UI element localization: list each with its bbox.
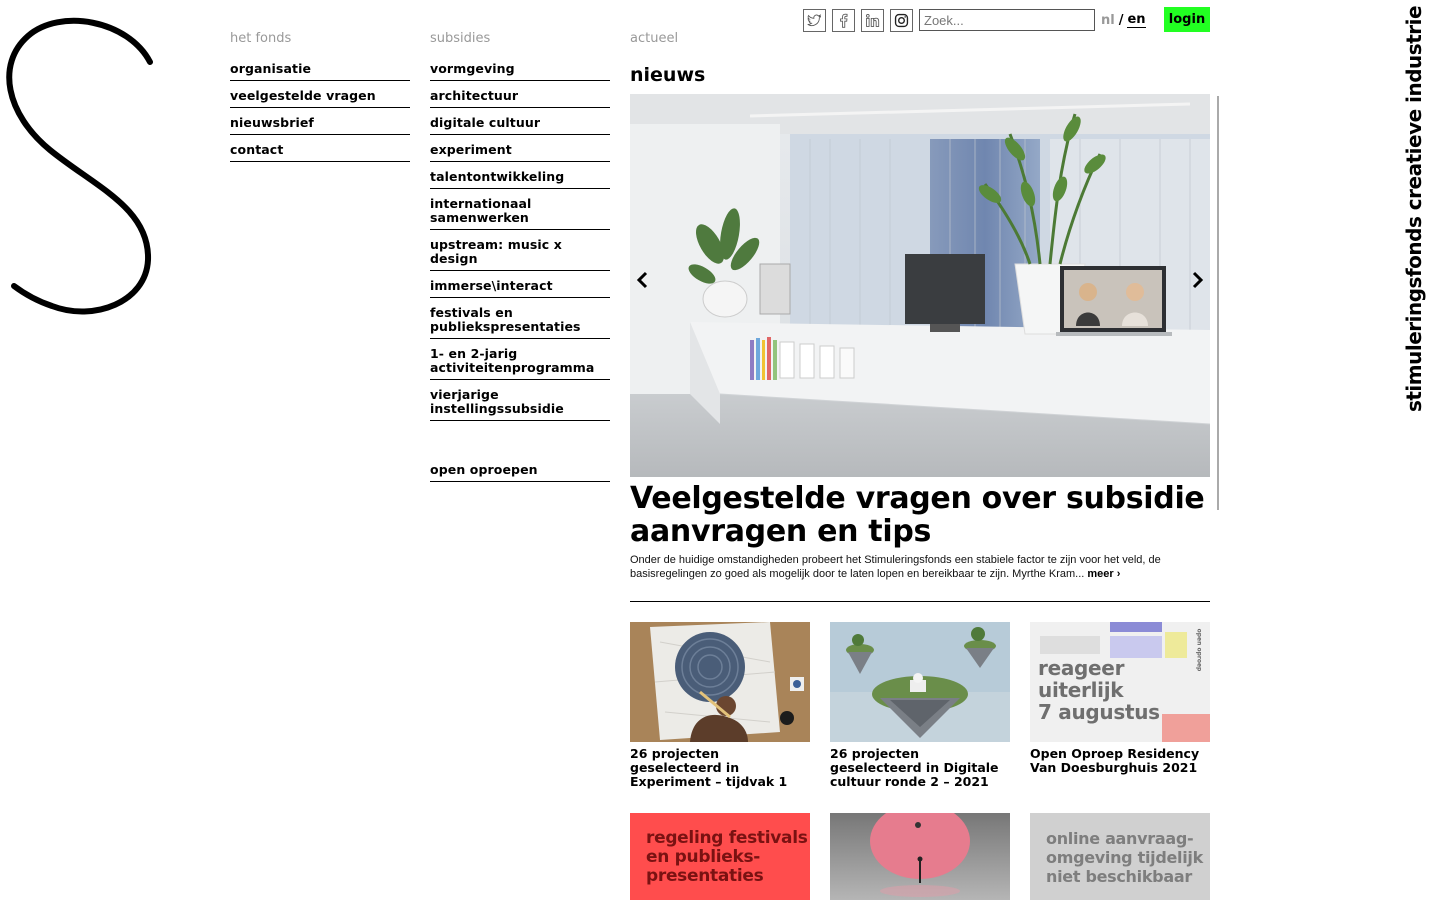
card-image[interactable]: online aanvraag- omgeving tijdelijk niet… <box>1030 813 1210 900</box>
nav-column-subsidies: subsidies vormgeving architectuur digita… <box>430 32 610 490</box>
poster-text: regeling festivals en publieks- presenta… <box>646 829 808 886</box>
nav-list-extra: open oproepen <box>430 463 610 482</box>
instagram-icon[interactable] <box>890 8 913 32</box>
poster-line: omgeving tijdelijk <box>1046 848 1203 867</box>
news-card[interactable]: reageer uiterlijk 7 augustus open oproep… <box>1030 622 1210 775</box>
card-image[interactable] <box>830 813 1010 900</box>
poster-block <box>1040 636 1100 654</box>
nav-item-talentontwikkeling[interactable]: talentontwikkeling <box>430 170 610 189</box>
news-card[interactable] <box>830 813 1010 900</box>
nav-item-vormgeving[interactable]: vormgeving <box>430 62 610 81</box>
poster-block <box>1162 714 1210 742</box>
news-card[interactable]: 26 projecten geselecteerd in Digitale cu… <box>830 622 1010 789</box>
nav-heading-actueel[interactable]: actueel <box>630 32 1210 62</box>
slider-next-icon[interactable] <box>1190 270 1206 290</box>
nav-item-upstream[interactable]: upstream: music x design <box>430 238 610 271</box>
lang-separator: / <box>1118 12 1124 28</box>
poster-line: presentaties <box>646 866 764 886</box>
nav-item-contact[interactable]: contact <box>230 143 410 162</box>
lang-nl-link[interactable]: nl <box>1101 13 1115 28</box>
card-title[interactable]: Open Oproep Residency Van Doesburghuis 2… <box>1030 747 1210 775</box>
top-toolbar: nl / en <box>803 7 1146 33</box>
news-teaser: Onder de huidige omstandigheden probeert… <box>630 553 1190 581</box>
nav-item-experiment[interactable]: experiment <box>430 143 610 162</box>
slider-prev-icon[interactable] <box>634 270 650 290</box>
card-title[interactable]: 26 projecten geselecteerd in Digitale cu… <box>830 747 1010 789</box>
read-more-link[interactable]: meer › <box>1087 568 1120 580</box>
news-teaser-text: Onder de huidige omstandigheden probeert… <box>630 554 1161 580</box>
logo-s[interactable] <box>0 10 170 320</box>
news-card[interactable]: online aanvraag- omgeving tijdelijk niet… <box>1030 813 1210 900</box>
news-section-title: nieuws <box>630 64 706 86</box>
section-divider <box>630 601 1210 602</box>
facebook-icon[interactable] <box>832 8 855 32</box>
poster-line: regeling festivals <box>646 828 808 848</box>
nav-item-activiteitenprogramma[interactable]: 1- en 2-jarig activiteitenprogramma <box>430 347 610 380</box>
poster-text: reageer uiterlijk 7 augustus <box>1038 657 1160 723</box>
card-image[interactable] <box>630 622 810 742</box>
language-switch: nl / en <box>1101 12 1146 28</box>
nav-item-nieuwsbrief[interactable]: nieuwsbrief <box>230 116 410 135</box>
poster-block <box>1110 636 1162 658</box>
news-headline[interactable]: Veelgestelde vragen over subsidie aanvra… <box>630 482 1210 548</box>
card-image[interactable]: reageer uiterlijk 7 augustus open oproep <box>1030 622 1210 742</box>
poster-line: uiterlijk <box>1038 678 1124 702</box>
scrollbar-thumb[interactable] <box>1217 96 1219 510</box>
search-input[interactable] <box>919 9 1095 31</box>
brand-vertical-wrap: stimuleringsfonds creatieve industrie <box>1396 6 1432 412</box>
nav-heading-het-fonds[interactable]: het fonds <box>230 32 410 62</box>
nav-list-het-fonds: organisatie veelgestelde vragen nieuwsbr… <box>230 62 410 162</box>
poster-text: online aanvraag- omgeving tijdelijk niet… <box>1046 829 1203 886</box>
nav-item-internationaal-samenwerken[interactable]: internationaal samenwerken <box>430 197 610 230</box>
nav-column-het-fonds: het fonds organisatie veelgestelde vrage… <box>230 32 410 170</box>
linkedin-icon[interactable] <box>861 8 884 32</box>
card-image[interactable] <box>830 622 1010 742</box>
brand-vertical-text[interactable]: stimuleringsfonds creatieve industrie <box>1402 6 1426 412</box>
twitter-icon[interactable] <box>803 8 826 32</box>
news-card[interactable]: 26 projecten geselecteerd in Experiment … <box>630 622 810 789</box>
poster-line: 7 augustus <box>1038 700 1160 724</box>
news-card[interactable]: regeling festivals en publieks- presenta… <box>630 813 810 900</box>
poster-block <box>1110 622 1162 632</box>
nav-item-vierjarige[interactable]: vierjarige instellingssubsidie <box>430 388 610 421</box>
nav-item-festivals[interactable]: festivals en publiekspresentaties <box>430 306 610 339</box>
poster-line: niet beschikbaar <box>1046 867 1192 886</box>
nav-item-open-oproepen[interactable]: open oproepen <box>430 463 610 482</box>
actueel-section: actueel nieuws <box>630 32 1210 94</box>
nav-item-architectuur[interactable]: architectuur <box>430 89 610 108</box>
nav-list-subsidies: vormgeving architectuur digitale cultuur… <box>430 62 610 421</box>
nav-item-digitale-cultuur[interactable]: digitale cultuur <box>430 116 610 135</box>
poster-line: online aanvraag- <box>1046 829 1194 848</box>
login-button[interactable]: login <box>1164 7 1210 32</box>
poster-line: reageer <box>1038 656 1125 680</box>
nav-item-veelgestelde-vragen[interactable]: veelgestelde vragen <box>230 89 410 108</box>
nav-item-organisatie[interactable]: organisatie <box>230 62 410 81</box>
hero-slide-image[interactable] <box>630 94 1210 477</box>
poster-side-label: open oproep <box>1195 628 1203 672</box>
poster-line: en publieks- <box>646 847 761 867</box>
nav-heading-subsidies[interactable]: subsidies <box>430 32 610 62</box>
poster-side-wrap: open oproep <box>1192 626 1206 674</box>
news-scrollbar[interactable] <box>1215 96 1221 512</box>
card-image[interactable]: regeling festivals en publieks- presenta… <box>630 813 810 900</box>
card-title[interactable]: 26 projecten geselecteerd in Experiment … <box>630 747 810 789</box>
lang-en-link[interactable]: en <box>1127 12 1146 28</box>
poster-block <box>1165 632 1187 658</box>
nav-item-immerse-interact[interactable]: immerse\interact <box>430 279 610 298</box>
